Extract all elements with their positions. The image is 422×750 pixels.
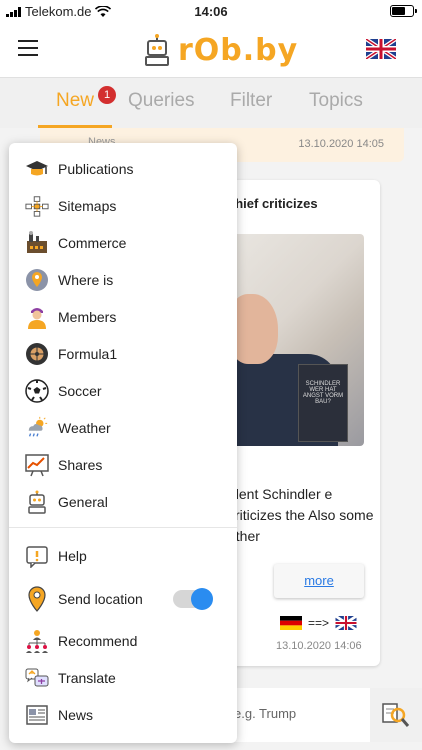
side-drawer: Publications Sitemaps Commerce Where is … xyxy=(9,143,237,743)
menu-item-news[interactable]: News xyxy=(9,697,237,733)
book-cover-text: SCHINDLER WER HAT ANGST VORM BAU? xyxy=(302,381,344,405)
sitemap-icon xyxy=(25,194,49,218)
german-flag-icon xyxy=(280,616,302,630)
search-placeholder: e.g. Trump xyxy=(234,706,297,721)
robot-logo-icon xyxy=(145,34,169,66)
uk-flag-icon[interactable] xyxy=(366,39,396,59)
tab-new[interactable]: New xyxy=(56,90,94,112)
menu-item-members[interactable]: Members xyxy=(9,299,237,335)
app-logo: rOb.by xyxy=(140,30,298,70)
menu-label: Where is xyxy=(58,272,114,288)
menu-item-soccer[interactable]: Soccer xyxy=(9,373,237,409)
logo-text: rOb.by xyxy=(178,32,299,68)
search-icon xyxy=(382,703,410,727)
tab-bar: New Queries Filter Topics xyxy=(0,78,422,128)
status-bar: Telekom.de 14:06 xyxy=(0,0,422,22)
menu-label: Sitemaps xyxy=(58,198,117,214)
menu-label: Weather xyxy=(58,420,111,436)
member-icon xyxy=(25,305,49,329)
menu-item-general[interactable]: General xyxy=(9,484,237,520)
weather-icon xyxy=(25,416,49,440)
translate-row[interactable]: ==> xyxy=(280,616,358,630)
tab-queries[interactable]: Queries xyxy=(128,90,195,112)
menu-label: Recommend xyxy=(58,633,138,649)
menu-label: Publications xyxy=(58,161,134,177)
uk-flag-small-icon xyxy=(335,616,358,630)
help-icon xyxy=(25,544,49,568)
menu-item-help[interactable]: Help xyxy=(9,538,237,574)
menu-label: Members xyxy=(58,309,117,325)
menu-item-formula1[interactable]: Formula1 xyxy=(9,336,237,372)
hamburger-menu-icon[interactable] xyxy=(18,40,38,56)
translate-icon xyxy=(25,666,49,690)
more-button[interactable]: more xyxy=(274,564,364,598)
menu-item-shares[interactable]: Shares xyxy=(9,447,237,483)
menu-label: Translate xyxy=(58,670,116,686)
tab-filter[interactable]: Filter xyxy=(230,90,272,112)
card-body: ident Schindler e criticizes the Also so… xyxy=(228,486,374,544)
location-pin-icon xyxy=(25,586,49,612)
menu-label: Soccer xyxy=(58,383,102,399)
menu-label: Send location xyxy=(58,591,143,607)
shares-chart-icon xyxy=(25,453,49,477)
map-pin-icon xyxy=(25,268,49,292)
menu-item-sitemaps[interactable]: Sitemaps xyxy=(9,188,237,224)
tire-icon xyxy=(25,342,49,366)
menu-label: Formula1 xyxy=(58,346,118,362)
app-header: rOb.by xyxy=(0,22,422,78)
menu-divider xyxy=(9,527,237,528)
search-input[interactable]: e.g. Trump xyxy=(220,688,370,742)
graduation-cap-icon xyxy=(25,157,49,181)
menu-item-commerce[interactable]: Commerce xyxy=(9,225,237,261)
news-strip-date: 13.10.2020 14:05 xyxy=(298,138,384,150)
soccer-ball-icon xyxy=(25,379,49,403)
menu-item-publications[interactable]: Publications xyxy=(9,151,237,187)
translate-arrow: ==> xyxy=(308,616,330,630)
menu-label: Shares xyxy=(58,457,103,473)
card-date: 13.10.2020 14:06 xyxy=(276,640,362,652)
menu-label: General xyxy=(58,494,108,510)
toggle-knob xyxy=(191,588,213,610)
menu-item-weather[interactable]: Weather xyxy=(9,410,237,446)
search-button[interactable] xyxy=(370,688,422,742)
menu-item-where-is[interactable]: Where is xyxy=(9,262,237,298)
newspaper-icon xyxy=(25,703,49,727)
recommend-icon xyxy=(25,629,49,653)
card-title: chief criticizes xyxy=(228,196,318,211)
send-location-toggle[interactable] xyxy=(173,588,213,610)
menu-label: News xyxy=(58,707,94,723)
robot-icon xyxy=(25,490,49,514)
tab-topics[interactable]: Topics xyxy=(309,90,363,112)
factory-icon xyxy=(25,231,49,255)
battery-icon xyxy=(390,5,417,17)
status-time: 14:06 xyxy=(194,4,228,19)
menu-item-translate[interactable]: Translate xyxy=(9,660,237,696)
card-photo: SCHINDLER WER HAT ANGST VORM BAU? xyxy=(228,234,364,446)
new-count-badge: 1 xyxy=(98,86,116,104)
menu-item-recommend[interactable]: Recommend xyxy=(9,623,237,659)
menu-label: Help xyxy=(58,548,87,564)
menu-item-send-location[interactable]: Send location xyxy=(9,581,237,617)
photo-book: SCHINDLER WER HAT ANGST VORM BAU? xyxy=(298,364,348,442)
menu-label: Commerce xyxy=(58,235,127,251)
